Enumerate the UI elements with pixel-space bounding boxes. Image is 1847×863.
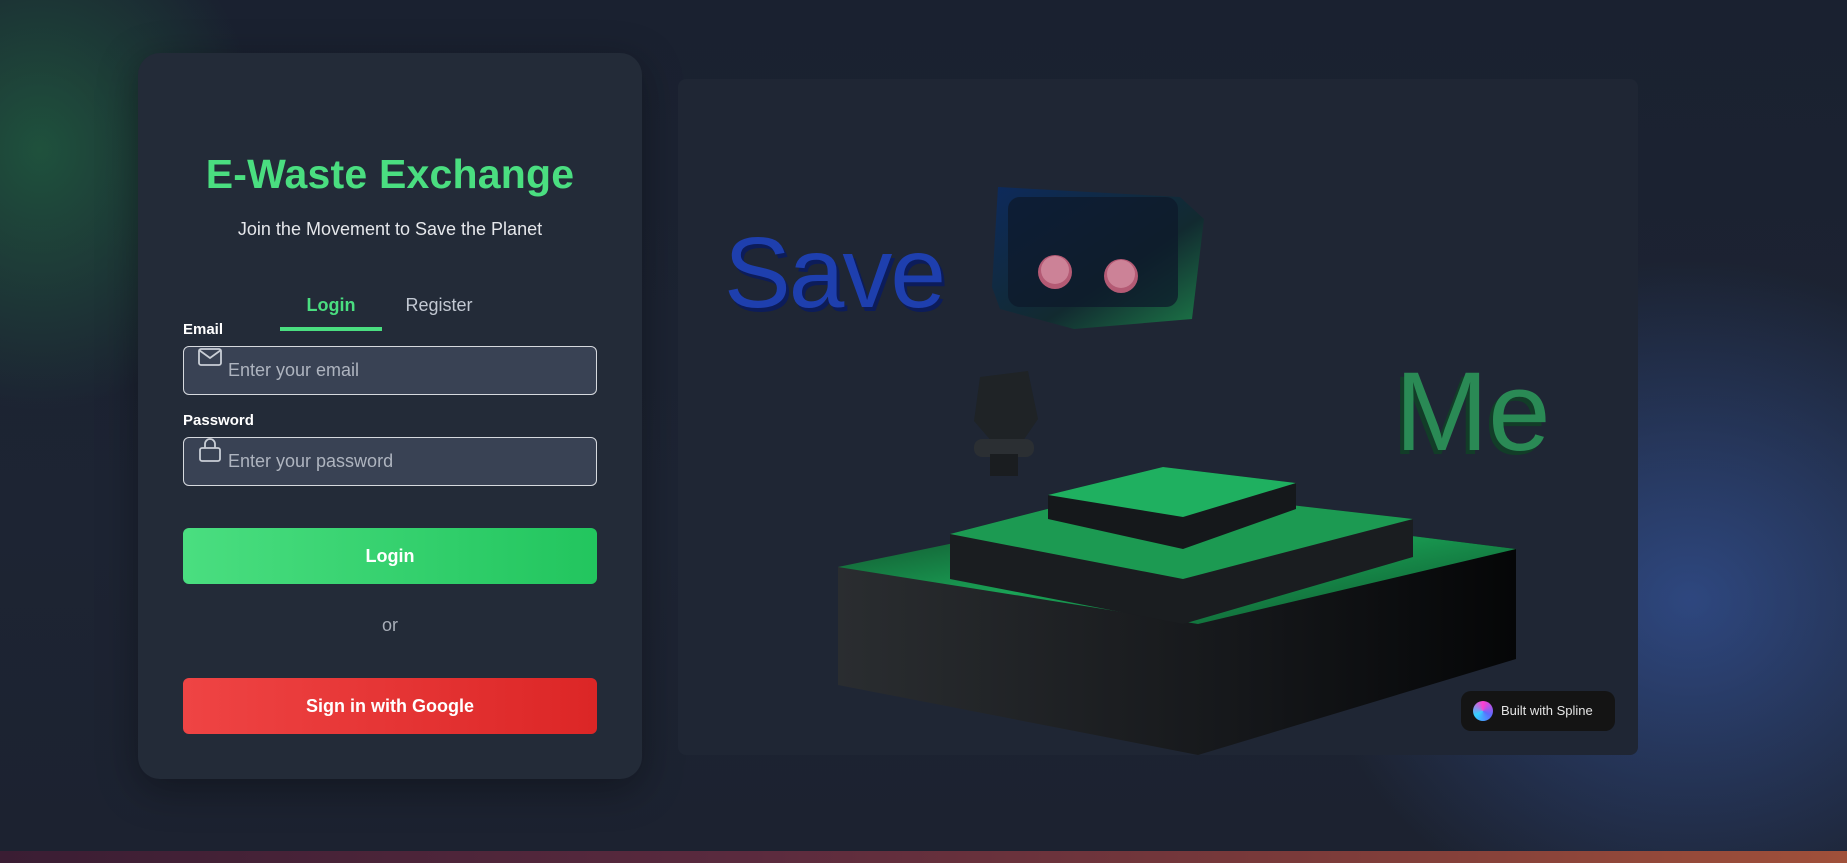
built-with-spline-badge[interactable]: Built with Spline: [1461, 691, 1615, 731]
tab-login[interactable]: Login: [280, 293, 382, 331]
spline-badge-label: Built with Spline: [1501, 703, 1593, 718]
password-field-container: [183, 437, 597, 486]
spline-scene[interactable]: Save Me Built with Spline: [678, 79, 1638, 755]
login-card: E-Waste Exchange Join the Movement to Sa…: [138, 53, 642, 779]
google-signin-button[interactable]: Sign in with Google: [183, 678, 597, 734]
password-input[interactable]: [228, 438, 588, 485]
scene-text-me: Me: [1395, 349, 1551, 474]
scene-text-save: Save: [724, 217, 946, 329]
mail-icon: [197, 347, 223, 373]
or-divider: or: [381, 615, 398, 635]
spline-logo-icon: [1473, 701, 1493, 721]
desktop-taskbar-strip: [0, 851, 1847, 863]
email-input[interactable]: [228, 347, 588, 394]
app-title: E-Waste Exchange: [205, 151, 575, 197]
email-field-container: [183, 346, 597, 395]
password-label: Password: [183, 412, 254, 429]
lock-icon: [197, 438, 223, 464]
email-label: Email: [183, 321, 224, 338]
app-subtitle: Join the Movement to Save the Planet: [237, 219, 543, 239]
tab-register[interactable]: Register: [392, 293, 486, 331]
auth-tabs: Login Register: [280, 293, 520, 331]
login-button[interactable]: Login: [183, 528, 597, 584]
